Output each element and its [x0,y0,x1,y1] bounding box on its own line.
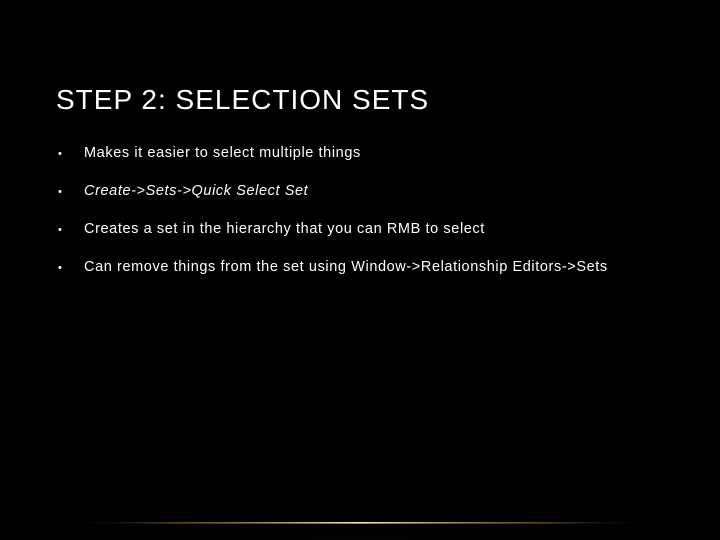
list-item: • Can remove things from the set using W… [56,258,664,278]
bullet-text: Creates a set in the hierarchy that you … [84,220,664,240]
bullet-icon: • [56,220,84,240]
bottom-glow-decoration [0,494,720,540]
bullet-text: Can remove things from the set using Win… [84,258,664,278]
list-item: • Create->Sets->Quick Select Set [56,182,664,202]
bullet-icon: • [56,258,84,278]
bullet-icon: • [56,182,84,202]
bullet-list: • Makes it easier to select multiple thi… [56,144,664,278]
bullet-icon: • [56,144,84,164]
slide-title: STEP 2: SELECTION SETS [56,84,664,116]
list-item: • Makes it easier to select multiple thi… [56,144,664,164]
slide: STEP 2: SELECTION SETS • Makes it easier… [0,0,720,540]
bullet-text: Create->Sets->Quick Select Set [84,182,664,202]
bullet-text: Makes it easier to select multiple thing… [84,144,664,164]
list-item: • Creates a set in the hierarchy that yo… [56,220,664,240]
